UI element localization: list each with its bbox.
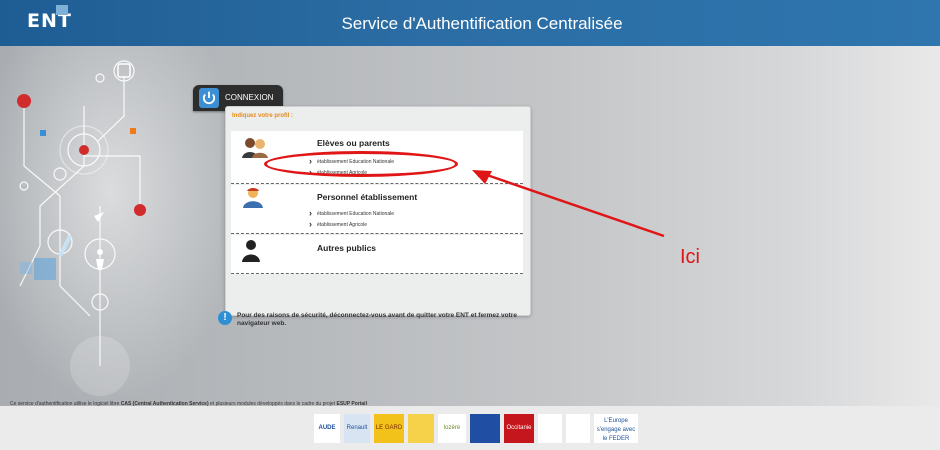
profile-title-other: Autres publics — [317, 243, 377, 253]
annotation-label: Ici — [680, 246, 700, 268]
footer-text-prefix: Ce service d'authentification utilise le… — [10, 401, 121, 407]
esup-link[interactable]: ESUP Portail — [336, 401, 366, 407]
profile-title-students-parents: Elèves ou parents — [317, 138, 390, 148]
partner-logo-renault[interactable]: Renault — [344, 414, 370, 443]
partner-logo-9[interactable] — [566, 414, 590, 443]
annotation-arrow-icon — [472, 170, 665, 238]
footer-text-middle: et plusieurs modules développés dans le … — [208, 401, 337, 407]
profile-card-other[interactable]: Autres publics — [231, 235, 523, 274]
partner-logo-occitanie[interactable]: Occitanie — [504, 414, 534, 443]
partner-logo-3[interactable] — [408, 414, 434, 443]
partner-logo-europe[interactable]: L'Europe s'engage avec le FEDER — [594, 414, 638, 443]
link-staff-education-nationale[interactable]: établissement Education Nationale — [309, 207, 394, 217]
security-notice-text: Pour des raisons de sécurité, déconnecte… — [237, 312, 517, 327]
partner-logo-aude[interactable]: AUDE — [314, 414, 340, 443]
header-bar: ENT Service d'Authentification Centralis… — [0, 0, 940, 46]
profile-title-staff: Personnel établissement — [317, 192, 418, 202]
cas-link[interactable]: CAS (Central Authentication Service) — [121, 401, 209, 407]
page-title: Service d'Authentification Centralisée — [341, 14, 623, 33]
students-parents-icon — [242, 138, 268, 158]
decorative-network-illustration — [0, 46, 220, 406]
partner-logo-lozere[interactable]: lozère — [438, 414, 466, 443]
power-icon — [199, 88, 219, 108]
annotation-highlight-ellipse — [264, 151, 458, 177]
partner-logo-eu-flag[interactable] — [470, 414, 500, 443]
info-icon: ! — [218, 311, 232, 325]
other-public-icon — [242, 240, 260, 262]
footer-credits: Ce service d'authentification utilise le… — [10, 401, 367, 407]
footer: Ce service d'authentification utilise le… — [0, 401, 940, 450]
staff-icon — [243, 188, 263, 208]
partner-logo-8[interactable] — [538, 414, 562, 443]
link-staff-agricole[interactable]: établissement Agricole — [309, 218, 367, 228]
partner-logo-gard[interactable]: LE GARD — [374, 414, 404, 443]
profile-prompt: Indiquez votre profil : — [232, 113, 293, 119]
